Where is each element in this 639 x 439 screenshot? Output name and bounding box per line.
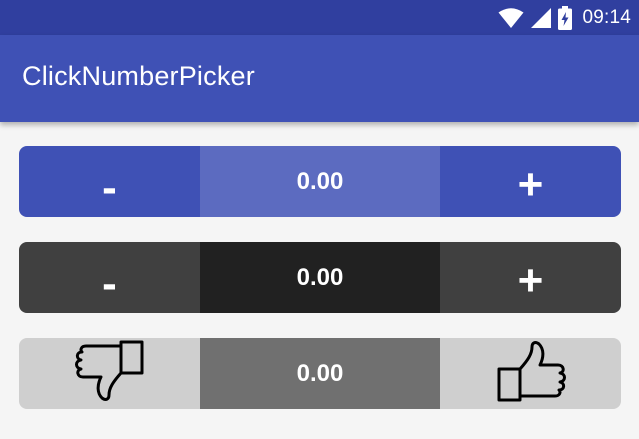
picker-value: 0.00	[200, 146, 440, 217]
status-bar: 09:14	[0, 0, 639, 35]
decrement-label: -	[102, 162, 117, 212]
wifi-icon	[498, 7, 524, 29]
signal-icon	[530, 7, 552, 29]
increment-button[interactable]: +	[440, 146, 621, 217]
thumbs-up-button[interactable]	[440, 338, 621, 409]
status-icons: 09:14	[498, 0, 631, 35]
decrement-button[interactable]: -	[19, 242, 200, 313]
decrement-label: -	[102, 258, 117, 308]
thumbs-down-icon	[72, 338, 148, 409]
thumbs-up-icon	[493, 338, 569, 409]
status-time: 09:14	[582, 6, 631, 28]
app-bar: ClickNumberPicker	[0, 35, 639, 122]
number-picker-thumbs: 0.00	[19, 338, 621, 409]
decrement-button[interactable]: -	[19, 146, 200, 217]
thumbs-down-button[interactable]	[19, 338, 200, 409]
increment-label: +	[517, 159, 544, 209]
increment-button[interactable]: +	[440, 242, 621, 313]
picker-value: 0.00	[200, 338, 440, 409]
number-picker-blue: - 0.00 +	[19, 146, 621, 217]
number-picker-dark: - 0.00 +	[19, 242, 621, 313]
increment-label: +	[517, 255, 544, 305]
page-title: ClickNumberPicker	[22, 61, 255, 91]
picker-value: 0.00	[200, 242, 440, 313]
battery-charging-icon	[558, 5, 573, 30]
